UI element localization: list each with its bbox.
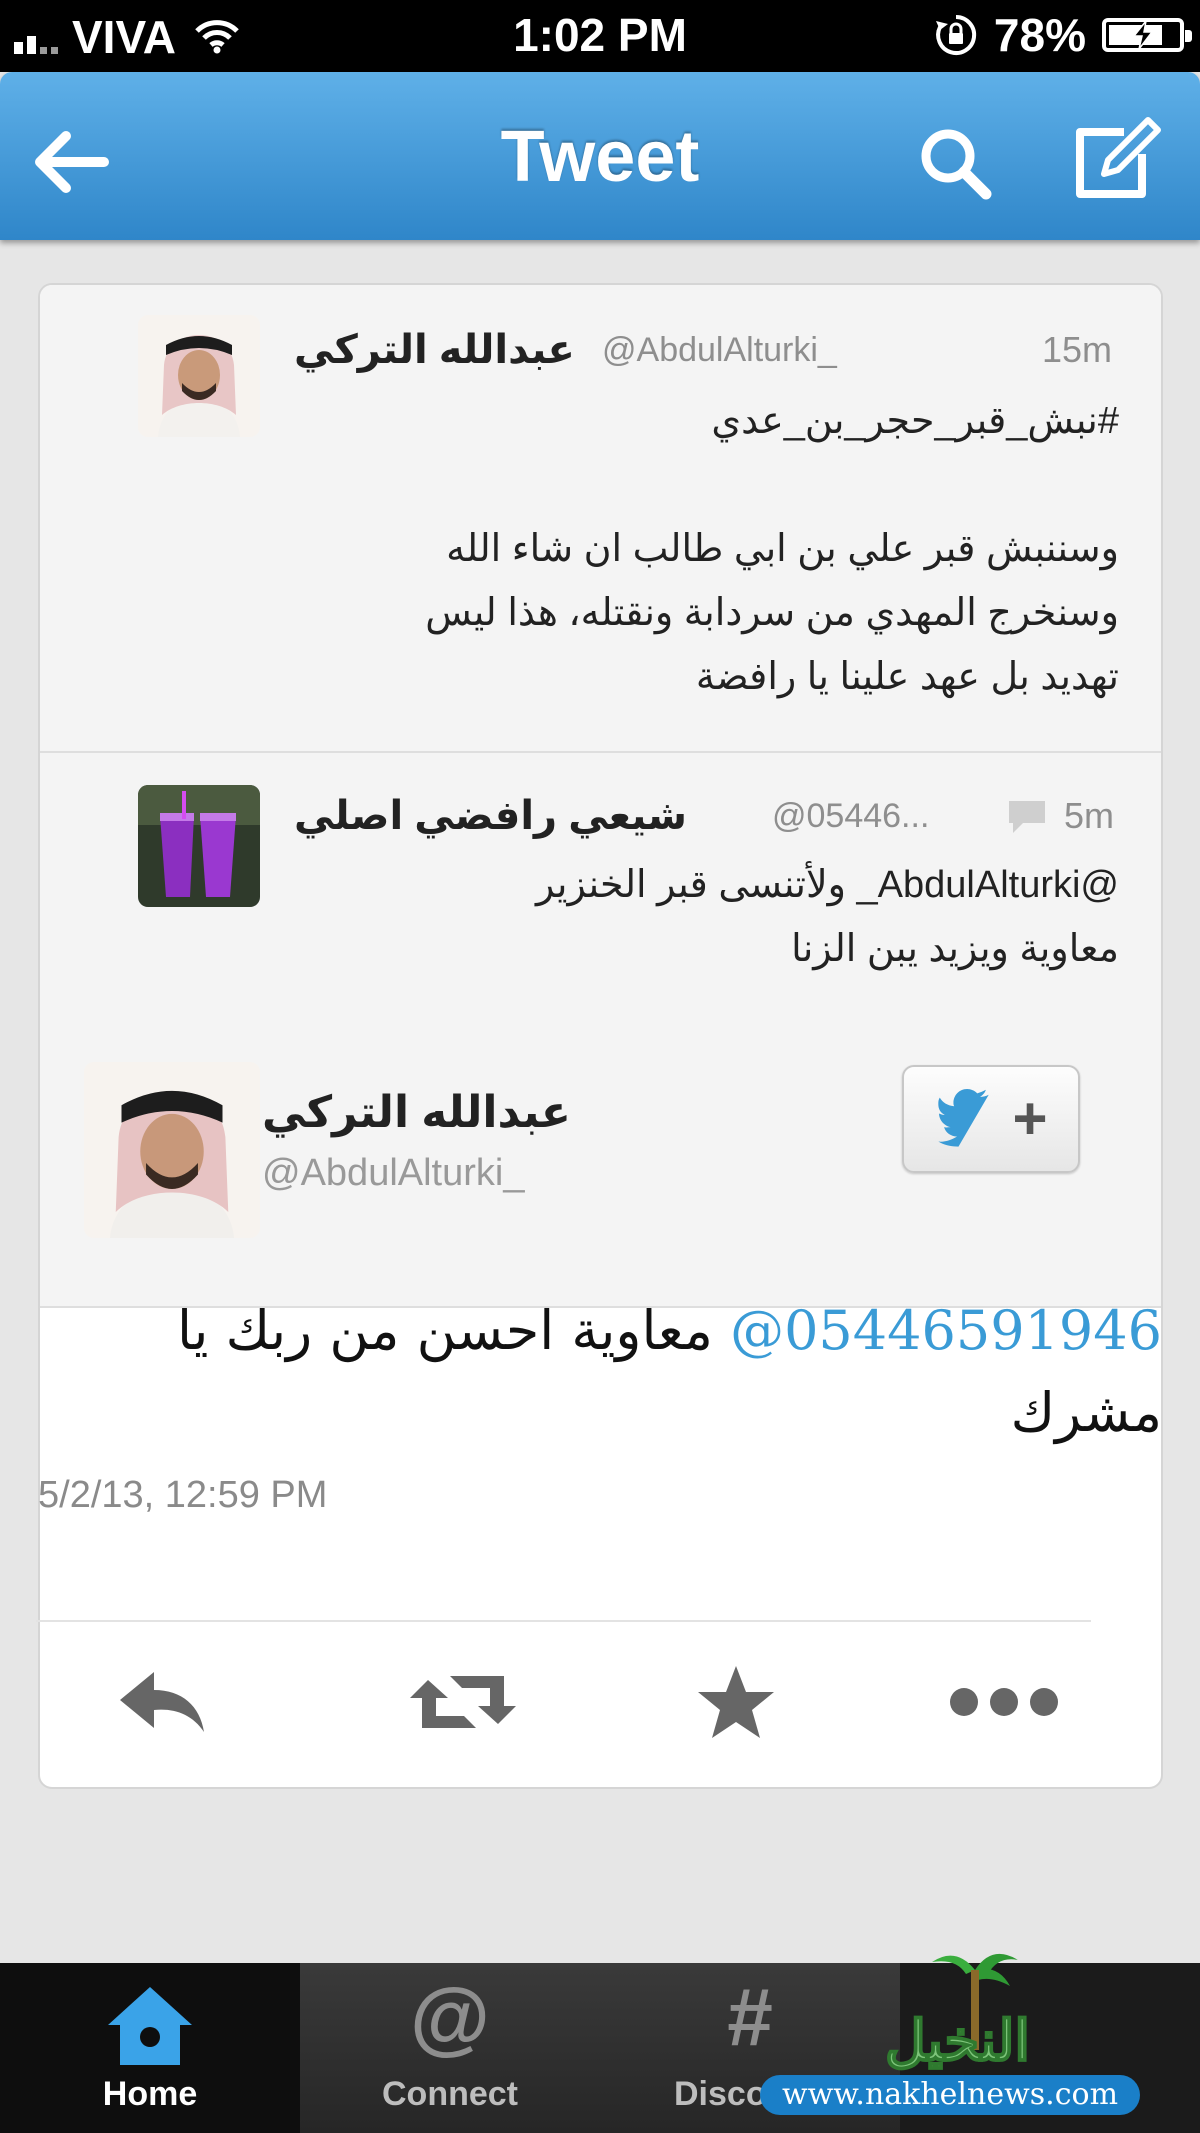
favorite-star-icon[interactable] xyxy=(696,1662,776,1742)
rotation-lock-icon xyxy=(935,14,977,55)
watermark-url: www.nakhelnews.com xyxy=(760,2075,1140,2115)
main-avatar[interactable] xyxy=(84,1062,260,1238)
search-icon[interactable] xyxy=(906,110,1006,210)
tab-label: Connect xyxy=(382,2075,518,2113)
tab-home[interactable]: Home xyxy=(0,1963,300,2133)
tweet-line: وسننبش قبر علي بن ابي طالب ان شاء الله xyxy=(446,528,1119,570)
tab-connect[interactable]: @ Connect xyxy=(300,1963,600,2133)
watermark-logo-text: النخيل xyxy=(885,2008,1030,2074)
tweet-timestamp: 15m xyxy=(1042,329,1113,370)
tweet-text: @AbdulAlturki_ ولأتنسى قبر الخنزير معاوي… xyxy=(536,853,1119,981)
tweet-line: معاوية ويزيد يبن الزنا xyxy=(791,928,1119,970)
divider xyxy=(36,1620,1091,1622)
main-author-handle[interactable]: @AbdulAlturki_ xyxy=(262,1152,524,1195)
page-title: Tweet xyxy=(500,117,700,197)
at-sign-icon: @ xyxy=(410,1972,490,2063)
tweet-author-name[interactable]: شيعي رافضي اصلي xyxy=(294,793,687,839)
tweet-date: 5/2/13, 12:59 PM xyxy=(38,1474,328,1516)
conversation-card: عبدالله التركي @AbdulAlturki_ 15m #نبش_ق… xyxy=(38,283,1163,1789)
status-bar: VIVA 1:02 PM 78% xyxy=(0,0,1200,72)
reply-icon[interactable] xyxy=(112,1662,212,1742)
tweet-author-handle[interactable]: @AbdulAlturki_ xyxy=(602,331,837,370)
mention-link[interactable]: @05446591946 xyxy=(730,1299,1162,1362)
avatar[interactable] xyxy=(138,315,260,437)
status-right: 78% xyxy=(934,8,1192,62)
tweet-line[interactable]: #نبش_قبر_حجر_بن_عدي xyxy=(425,389,1119,453)
tab-label: Home xyxy=(102,2075,198,2113)
more-dots-icon[interactable] xyxy=(944,1662,1064,1742)
main-tweet-line-2: مشرك xyxy=(1010,1381,1162,1444)
main-tweet-line: @05446591946 معاوية احسن من ربك يا xyxy=(122,1290,1162,1372)
tweet-timestamp: 5m xyxy=(1064,795,1115,836)
battery-percent: 78% xyxy=(993,9,1086,61)
twitter-bird-icon xyxy=(938,1089,990,1147)
tweet-author-handle[interactable]: @05446... xyxy=(772,797,929,836)
home-icon xyxy=(108,1987,192,2065)
tweet-author-name[interactable]: عبدالله التركي xyxy=(294,327,575,373)
charging-bolt-icon xyxy=(1132,20,1154,50)
tweet-text: #نبش_قبر_حجر_بن_عدي وسننبش قبر علي بن اب… xyxy=(425,389,1119,709)
tweet-item[interactable]: عبدالله التركي @AbdulAlturki_ 15m #نبش_ق… xyxy=(40,285,1161,753)
tweet-line: وسنخرج المهدي من سردابة ونقتله، هذا ليس xyxy=(425,592,1119,634)
conversation-icon xyxy=(1009,801,1045,833)
main-tweet-text-part: معاوية احسن من ربك يا xyxy=(176,1299,713,1362)
nav-bar: Tweet xyxy=(0,72,1200,240)
avatar[interactable] xyxy=(138,785,260,907)
battery-charging-icon xyxy=(1102,18,1192,52)
tweet-line[interactable]: @AbdulAlturki_ ولأتنسى قبر الخنزير xyxy=(536,853,1119,917)
retweet-icon[interactable] xyxy=(408,1662,518,1742)
main-tweet-text: @05446591946 معاوية احسن من ربك يا مشرك xyxy=(122,1290,1162,1454)
follow-button[interactable]: + xyxy=(902,1065,1080,1173)
tweet-line: تهديد بل عهد علينا يا رافضة xyxy=(695,656,1119,698)
compose-icon[interactable] xyxy=(1064,110,1164,210)
follow-plus-icon: + xyxy=(1012,1085,1048,1152)
main-author-name[interactable]: عبدالله التركي xyxy=(262,1087,571,1138)
